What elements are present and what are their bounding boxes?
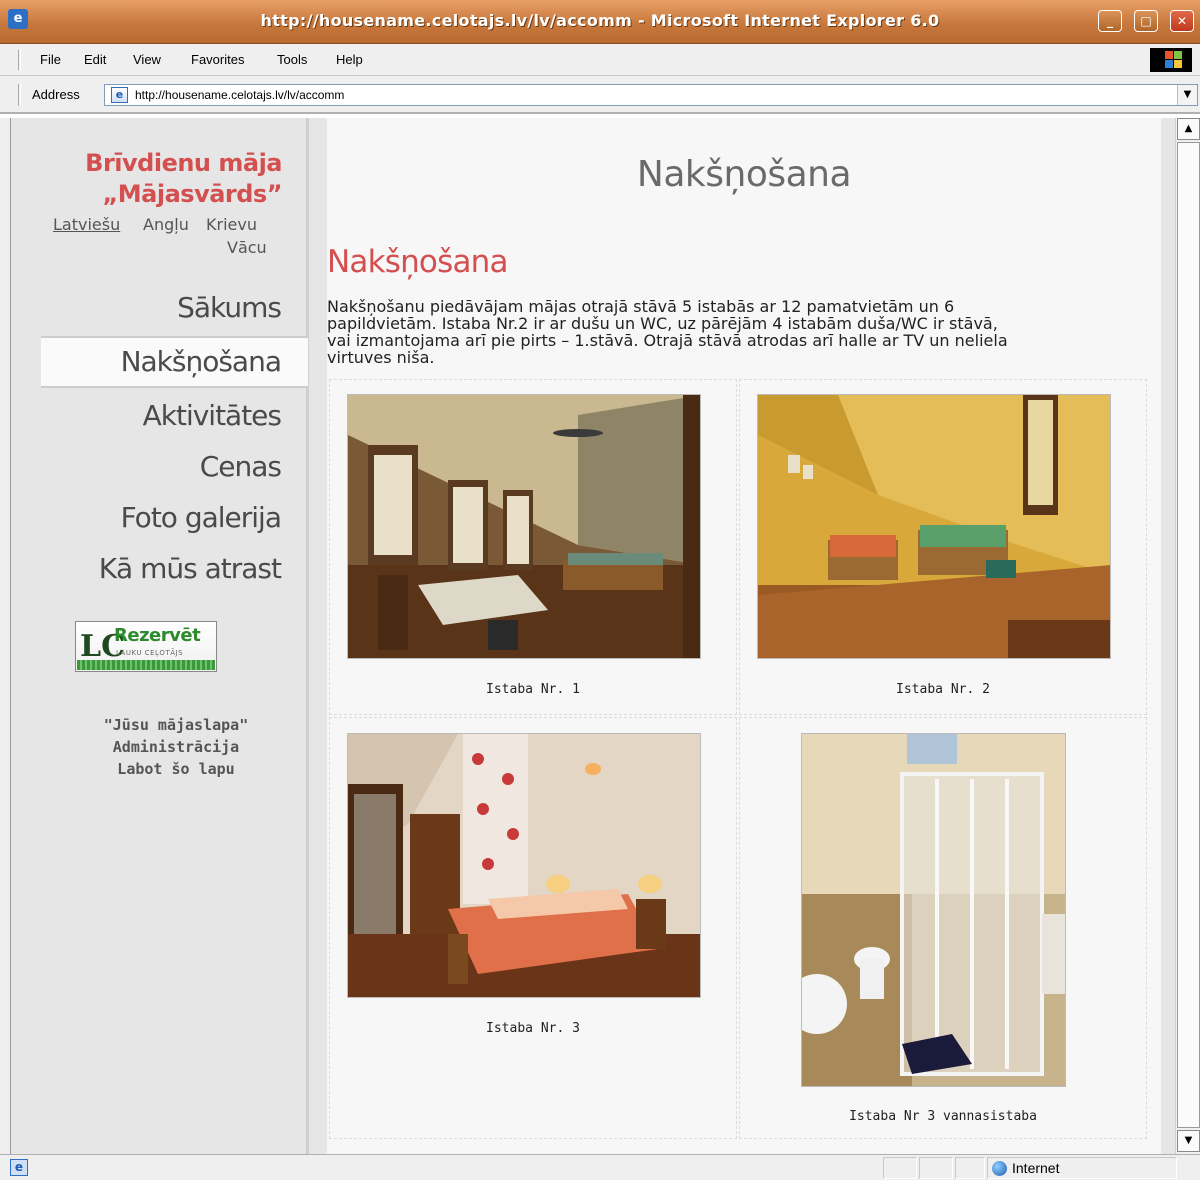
room-3-bathroom-photo[interactable] (801, 733, 1066, 1087)
address-input[interactable]: e http://housename.celotajs.lv/lv/accomm… (104, 84, 1198, 106)
room-1-caption: Istaba Nr. 1 (486, 682, 580, 697)
nav-item-home[interactable]: Sākums (177, 291, 282, 324)
address-dropdown-button[interactable]: ▼ (1177, 85, 1197, 105)
status-pane (919, 1157, 953, 1179)
intro-line: papildvietām. Istaba Nr.2 ir ar dušu un … (327, 314, 998, 333)
toolbar-grip[interactable] (18, 84, 21, 106)
status-bar: e Internet (0, 1154, 1200, 1180)
reserve-sub-label: LAUKU CEĻOTĀJS (116, 649, 184, 657)
reserve-button[interactable]: LC Rezervēt LAUKU CEĻOTĀJS (75, 621, 217, 672)
security-zone-label: Internet (1012, 1160, 1060, 1176)
window-frame (0, 118, 10, 1154)
page-status-icon: e (10, 1159, 28, 1176)
nav-item-directions[interactable]: Kā mūs atrast (99, 552, 282, 585)
main-content: Nakšņošana Nakšņošana Nakšņošanu piedāvā… (327, 118, 1161, 1154)
edit-page-link[interactable]: Labot šo lapu (51, 760, 301, 778)
window-title: http://housename.celotajs.lv/lv/accomm -… (260, 11, 940, 30)
grass-decoration (77, 660, 215, 670)
room-2-photo[interactable] (757, 394, 1111, 659)
close-button[interactable]: ✕ (1170, 10, 1194, 32)
window-title-bar: e http://housename.celotajs.lv/lv/accomm… (0, 0, 1200, 44)
intro-line: Nakšņošanu piedāvājam mājas otrajā stāvā… (327, 297, 955, 316)
vertical-scrollbar[interactable]: ▲ ▼ (1175, 118, 1200, 1154)
status-pane (955, 1157, 985, 1179)
nav-item-photo-gallery[interactable]: Foto galerija (121, 501, 282, 534)
menu-help[interactable]: Help (336, 52, 363, 67)
language-russian[interactable]: Krievu (206, 215, 257, 234)
your-homepage-link[interactable]: "Jūsu mājaslapa" (51, 716, 301, 734)
status-pane (883, 1157, 917, 1179)
reserve-label: Rezervēt (114, 625, 201, 646)
minimize-button[interactable]: _ (1098, 10, 1122, 32)
page-viewport: Brīvdienu māja „Mājasvārds” Latviešu Ang… (10, 118, 1175, 1154)
menu-bar: File Edit View Favorites Tools Help (0, 44, 1200, 76)
section-heading: Nakšņošana (327, 244, 509, 280)
scroll-up-button[interactable]: ▲ (1177, 118, 1200, 140)
maximize-button[interactable]: □ (1134, 10, 1158, 32)
scroll-down-button[interactable]: ▼ (1177, 1130, 1200, 1152)
menu-file[interactable]: File (40, 52, 61, 67)
sidebar: Brīvdienu māja „Mājasvārds” Latviešu Ang… (11, 118, 309, 1154)
nav-item-activities[interactable]: Aktivitātes (143, 399, 282, 432)
page-title: Nakšņošana (636, 154, 852, 195)
scrollbar-thumb[interactable] (1177, 142, 1200, 1128)
menu-tools[interactable]: Tools (277, 52, 307, 67)
intro-line: vai izmantojama arī pie pirts – 1.stāvā.… (327, 331, 1008, 350)
language-english[interactable]: Angļu (143, 215, 189, 234)
address-bar: Address e http://housename.celotajs.lv/l… (0, 76, 1200, 114)
room-3-photo[interactable] (347, 733, 701, 998)
menu-view[interactable]: View (133, 52, 161, 67)
language-german[interactable]: Vācu (227, 238, 267, 257)
administration-link[interactable]: Administrācija (51, 738, 301, 756)
nav-item-prices[interactable]: Cenas (200, 450, 282, 483)
bathroom-caption: Istaba Nr 3 vannasistaba (849, 1109, 1037, 1124)
address-label: Address (32, 87, 80, 102)
page-icon: e (111, 87, 128, 103)
globe-icon (992, 1161, 1007, 1176)
toolbar-grip[interactable] (18, 50, 21, 70)
menu-favorites[interactable]: Favorites (191, 52, 244, 67)
intro-text: Nakšņošanu piedāvājam mājas otrajā stāvā… (327, 298, 1117, 366)
room-3-caption: Istaba Nr. 3 (486, 1021, 580, 1036)
nav-item-accommodation[interactable]: Nakšņošana (121, 345, 282, 378)
language-latvian[interactable]: Latviešu (53, 215, 120, 234)
windows-logo-icon (1150, 48, 1192, 72)
intro-line: virtuves niša. (327, 348, 435, 367)
site-title[interactable]: Brīvdienu māja „Mājasvārds” (85, 148, 282, 210)
site-title-line1: Brīvdienu māja (85, 149, 282, 177)
site-title-line2: „Mājasvārds” (102, 180, 283, 208)
menu-edit[interactable]: Edit (84, 52, 106, 67)
security-zone[interactable]: Internet (987, 1157, 1177, 1179)
address-url[interactable]: http://housename.celotajs.lv/lv/accomm (135, 88, 344, 102)
room-1-photo[interactable] (347, 394, 701, 659)
room-2-caption: Istaba Nr. 2 (896, 682, 990, 697)
